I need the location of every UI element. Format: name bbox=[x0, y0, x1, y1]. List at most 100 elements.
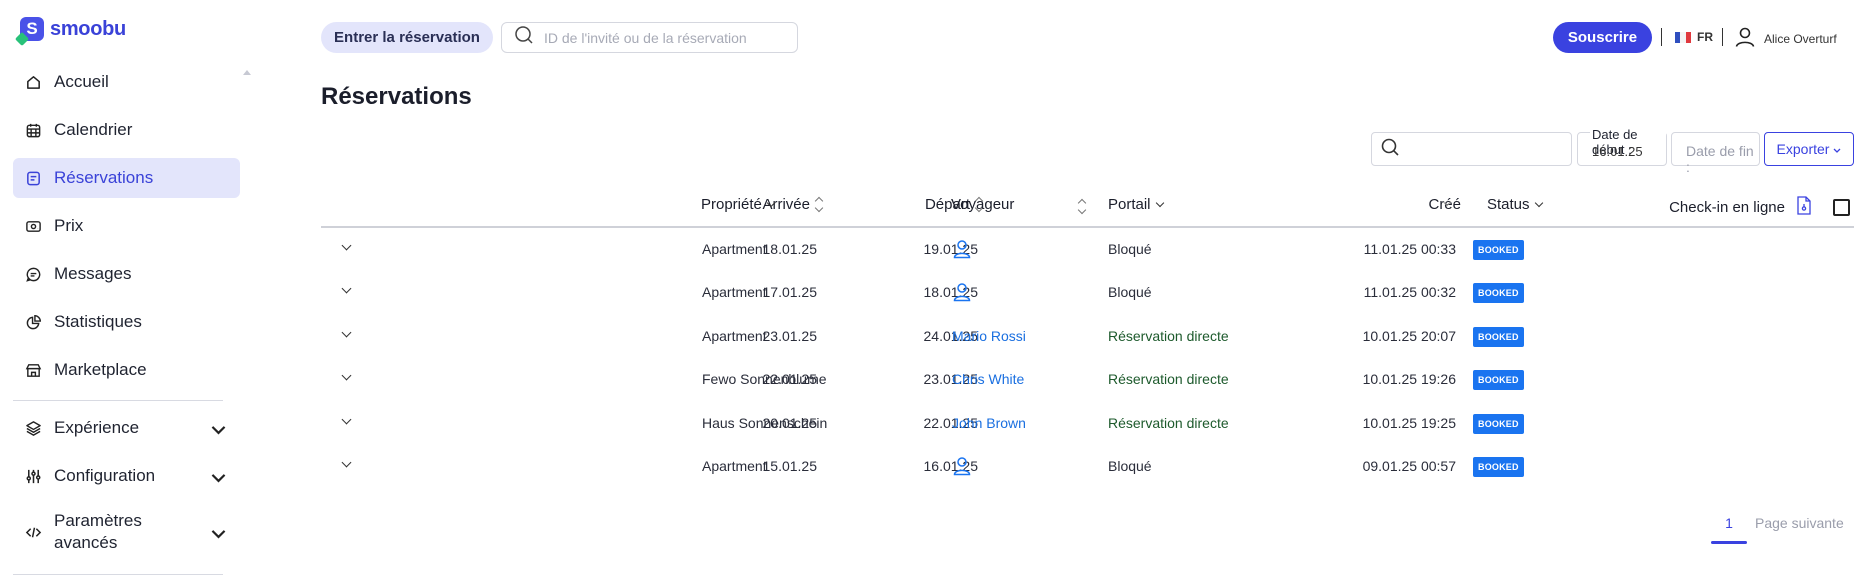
expand-row-chevron-icon[interactable] bbox=[341, 370, 352, 381]
sidebar-item-label: Réservations bbox=[54, 168, 154, 187]
brand-logo[interactable]: S smoobu bbox=[20, 17, 126, 41]
messages-icon bbox=[24, 265, 42, 283]
guest-person-icon[interactable] bbox=[953, 456, 971, 479]
subscribe-button[interactable]: Souscrire bbox=[1553, 22, 1652, 53]
header-divider bbox=[1661, 28, 1662, 46]
export-button[interactable]: Exporter bbox=[1764, 132, 1854, 166]
guest-name-link[interactable]: Mario Rossi bbox=[952, 328, 1026, 344]
column-header-label: Voyageur bbox=[951, 196, 1015, 213]
search-icon bbox=[514, 25, 534, 50]
status-badge: BOOKED bbox=[1473, 456, 1524, 477]
expand-row-chevron-icon[interactable] bbox=[341, 240, 352, 251]
portal-name: Réservation directe bbox=[1108, 371, 1229, 388]
portal-name: Bloqué bbox=[1108, 241, 1152, 257]
sidebar-item-label: Statistiques bbox=[54, 312, 142, 331]
statistics-icon bbox=[24, 313, 42, 331]
created-datetime: 11.01.25 00:32 bbox=[1363, 284, 1456, 301]
table-row[interactable]: 22.01.25 23.01.25 Fewo Sonnenblume Chris Wh… bbox=[321, 358, 1854, 401]
start-date-value: 16.01.25 bbox=[1592, 144, 1643, 159]
page-number-current[interactable]: 1 bbox=[1711, 515, 1747, 531]
sidebar-item-accueil[interactable]: Accueil bbox=[13, 62, 240, 102]
language-selector[interactable]: FR bbox=[1675, 30, 1713, 44]
sidebar-item-reservations[interactable]: Réservations bbox=[13, 158, 240, 198]
code-icon bbox=[24, 523, 42, 541]
portal-name: Bloqué bbox=[1108, 457, 1152, 474]
arrival-date: 17.01.25 bbox=[762, 284, 818, 301]
sort-icon[interactable] bbox=[1077, 198, 1087, 215]
export-label: Exporter bbox=[1776, 141, 1830, 157]
sidebar-group-experience[interactable]: Expérience bbox=[13, 408, 240, 448]
sidebar-item-label: Marketplace bbox=[54, 360, 147, 379]
sidebar-item-calendrier[interactable]: Calendrier bbox=[13, 110, 240, 150]
table-search-field[interactable] bbox=[1371, 132, 1572, 166]
sidebar-item-marketplace[interactable]: Marketplace bbox=[13, 350, 240, 390]
guest-person-icon[interactable] bbox=[953, 282, 971, 305]
sidebar-item-label: Prix bbox=[54, 216, 84, 235]
chevron-down-icon bbox=[1833, 141, 1841, 157]
sidebar-group-label: Configuration bbox=[54, 466, 156, 485]
user-menu[interactable]: Alice Overturf bbox=[1734, 26, 1837, 51]
column-header-label: Check-in en ligne bbox=[1669, 199, 1785, 216]
expand-row-chevron-icon[interactable] bbox=[341, 283, 352, 294]
created-datetime: 10.01.25 19:25 bbox=[1362, 414, 1456, 431]
guest-person-icon[interactable] bbox=[953, 239, 971, 262]
property-name: Apartment bbox=[702, 284, 767, 301]
chevron-down-icon bbox=[210, 526, 227, 549]
expand-row-chevron-icon[interactable] bbox=[341, 457, 352, 468]
sidebar-divider bbox=[13, 400, 223, 401]
select-all-checkbox[interactable] bbox=[1833, 199, 1850, 216]
expand-row-chevron-icon[interactable] bbox=[341, 327, 352, 338]
guest-or-reservation-id-search-input[interactable] bbox=[544, 29, 784, 46]
table-body: 18.01.25 19.01.25 Apartment Bloqué 11.01.25 … bbox=[321, 228, 1854, 488]
sidebar-group-configuration[interactable]: Configuration bbox=[13, 456, 240, 496]
chevron-down-icon bbox=[1534, 198, 1543, 207]
column-header-property[interactable]: Propriété bbox=[701, 196, 776, 213]
table-row[interactable]: 23.01.25 24.01.25 Apartment Mario Rossi Rése… bbox=[321, 315, 1854, 358]
sidebar: S smoobu Accueil Calendrier Réservations… bbox=[0, 0, 251, 577]
column-header-status[interactable]: Status bbox=[1487, 196, 1543, 213]
document-icon[interactable] bbox=[1797, 196, 1811, 219]
sidebar-group-advanced-settings[interactable]: Paramètres avancés bbox=[13, 504, 240, 560]
scroll-up-icon[interactable] bbox=[243, 70, 251, 75]
table-row[interactable]: 20.01.25 22.01.25 Haus Sonnenschein John Br… bbox=[321, 402, 1854, 445]
next-page-link[interactable]: Page suivante bbox=[1755, 515, 1844, 531]
column-header-guest[interactable]: Voyageur bbox=[951, 196, 1014, 213]
end-date-field[interactable]: Date de fin : bbox=[1671, 132, 1760, 175]
created-datetime: 10.01.25 20:07 bbox=[1362, 327, 1456, 344]
reservations-icon bbox=[24, 169, 42, 187]
page-title: Réservations bbox=[321, 83, 472, 110]
brand-name: smoobu bbox=[50, 17, 126, 40]
property-name: Apartment bbox=[702, 241, 767, 257]
column-header-portal[interactable]: Portail bbox=[1108, 196, 1164, 213]
current-page-indicator bbox=[1711, 541, 1747, 544]
guest-name-link[interactable]: Chris White bbox=[952, 371, 1024, 387]
expand-row-chevron-icon[interactable] bbox=[341, 414, 352, 425]
sidebar-item-messages[interactable]: Messages bbox=[13, 254, 240, 294]
status-badge: BOOKED bbox=[1473, 326, 1524, 347]
start-date-field[interactable]: Date de début : 16.01.25 bbox=[1577, 127, 1667, 166]
arrival-date: 23.01.25 bbox=[762, 327, 818, 344]
arrival-date: 18.01.25 bbox=[762, 241, 818, 257]
sort-icon bbox=[814, 196, 824, 213]
arrival-date: 15.01.25 bbox=[762, 457, 818, 474]
end-date-placeholder: Date de fin : bbox=[1686, 143, 1754, 175]
calendar-icon bbox=[24, 121, 42, 139]
guest-name-link[interactable]: John Brown bbox=[952, 415, 1026, 431]
chevron-down-icon bbox=[1155, 198, 1164, 207]
table-row[interactable]: 15.01.25 16.01.25 Apartment Bloqué 09.01.25 … bbox=[321, 445, 1854, 488]
header-search-box bbox=[501, 22, 798, 53]
table-row[interactable]: 17.01.25 18.01.25 Apartment Bloqué 11.01.25 … bbox=[321, 271, 1854, 314]
portal-name: Bloqué bbox=[1108, 284, 1152, 301]
table-row[interactable]: 18.01.25 19.01.25 Apartment Bloqué 11.01.25 … bbox=[321, 228, 1854, 271]
created-datetime: 11.01.25 00:33 bbox=[1363, 241, 1456, 257]
sidebar-nav: Accueil Calendrier Réservations Prix Mes… bbox=[13, 62, 240, 398]
status-badge: BOOKED bbox=[1473, 413, 1524, 434]
sidebar-item-statistiques[interactable]: Statistiques bbox=[13, 302, 240, 342]
home-icon bbox=[24, 73, 42, 91]
sidebar-groups: Expérience Configuration Paramètres avanc… bbox=[13, 408, 240, 568]
sidebar-item-prix[interactable]: Prix bbox=[13, 206, 240, 246]
column-header-label: Propriété bbox=[701, 196, 762, 213]
chevron-down-icon bbox=[766, 198, 776, 207]
property-name: Apartment bbox=[702, 327, 767, 344]
enter-reservation-button[interactable]: Entrer la réservation bbox=[321, 22, 493, 53]
